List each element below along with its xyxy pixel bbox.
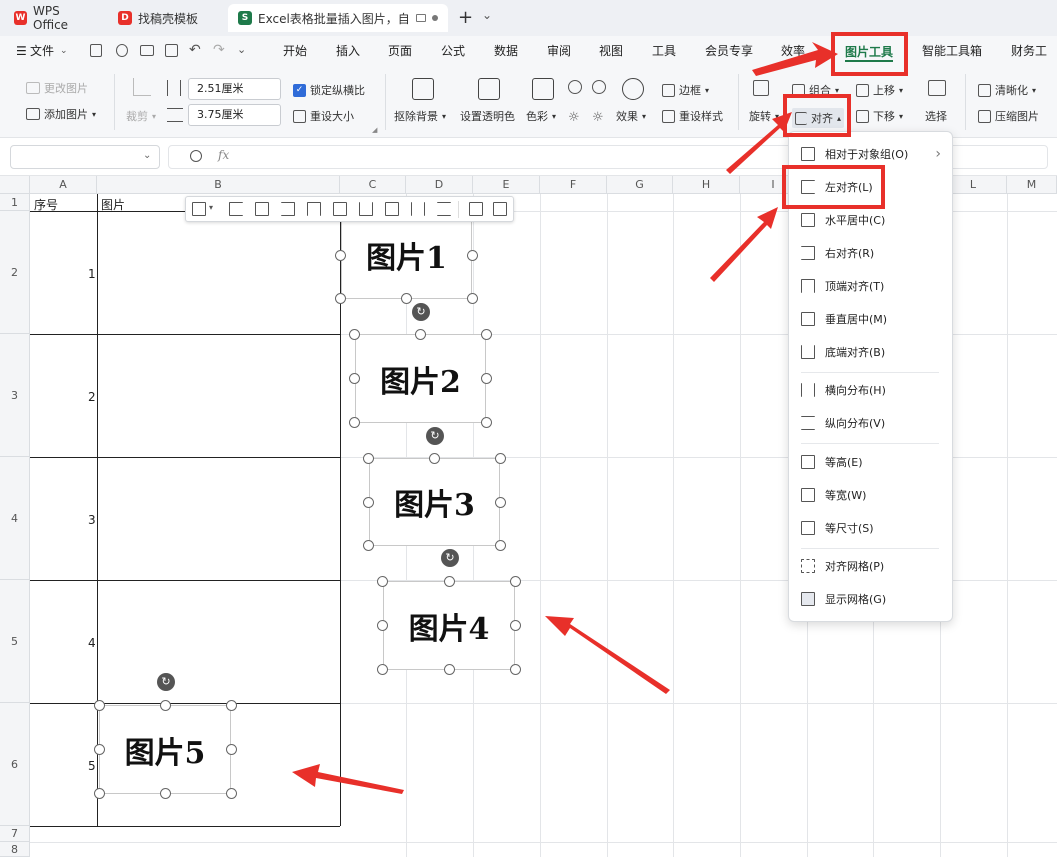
arrow-to-align-button <box>726 112 792 174</box>
arrow-to-tab <box>752 42 838 76</box>
arrow-to-picture-4 <box>545 616 670 694</box>
annotation-arrows <box>292 42 838 794</box>
arrow-to-align-left <box>710 207 778 282</box>
arrow-to-picture-5 <box>292 764 404 794</box>
